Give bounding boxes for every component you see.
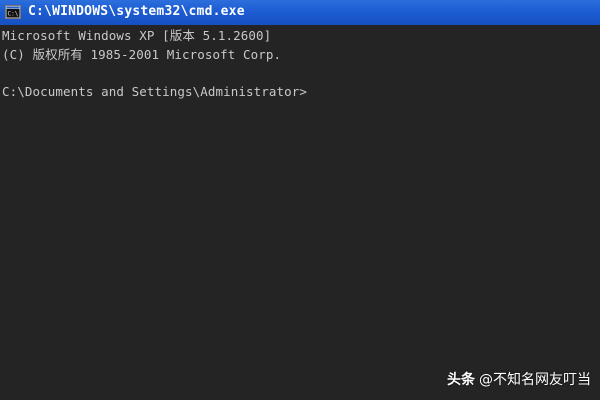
window-title: C:\WINDOWS\system32\cmd.exe: [28, 4, 245, 19]
cmd-icon[interactable]: C:\: [5, 4, 21, 20]
console-line-prompt: C:\Documents and Settings\Administrator>: [2, 84, 308, 99]
console-area[interactable]: Microsoft Windows XP [版本 5.1.2600] (C) 版…: [0, 25, 600, 400]
watermark-brand: 头条: [447, 372, 475, 388]
console-line-version: Microsoft Windows XP [版本 5.1.2600]: [2, 28, 272, 43]
cmd-window: C:\ C:\WINDOWS\system32\cmd.exe Microsof…: [0, 0, 600, 400]
watermark: 头条 @不知名网友叮当: [447, 369, 591, 389]
svg-text:C:\: C:\: [8, 11, 19, 18]
watermark-handle: @不知名网友叮当: [479, 372, 591, 388]
console-line-copyright: (C) 版权所有 1985-2001 Microsoft Corp.: [2, 47, 282, 62]
title-bar[interactable]: C:\ C:\WINDOWS\system32\cmd.exe: [0, 0, 600, 25]
